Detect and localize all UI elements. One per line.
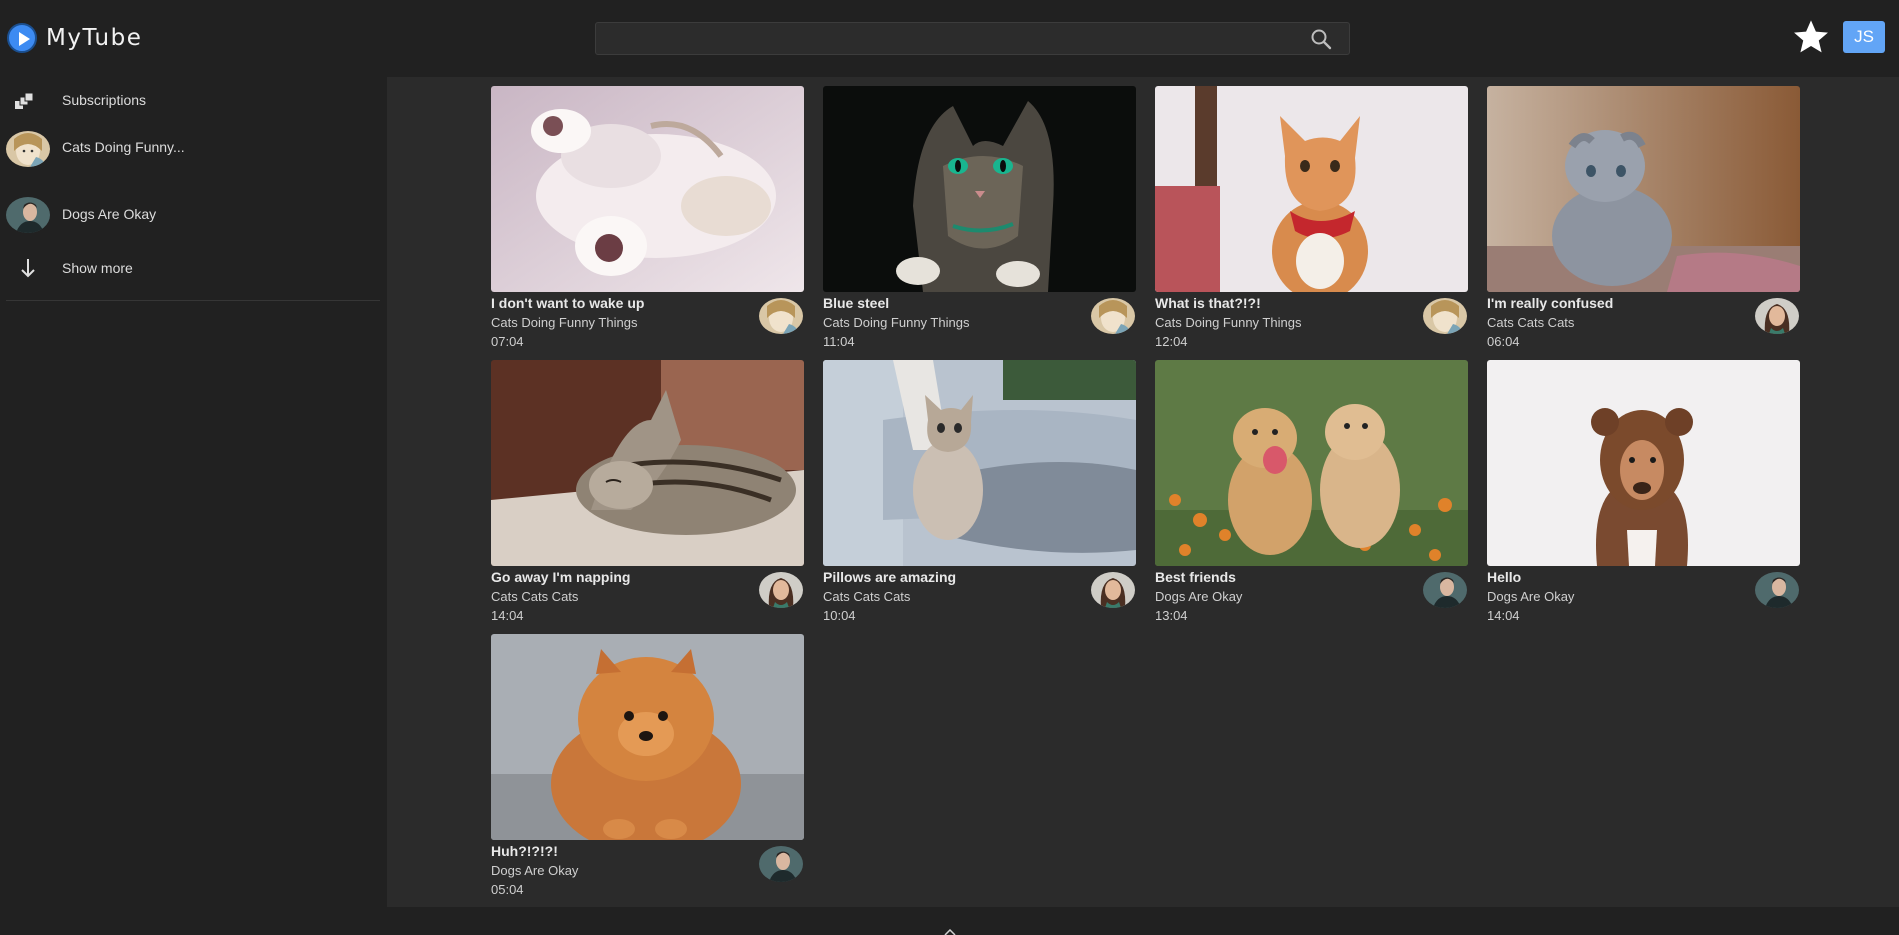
video-title[interactable]: I'm really confused (1487, 295, 1613, 311)
channel-avatar[interactable] (1091, 298, 1135, 334)
video-thumbnail[interactable] (1155, 360, 1468, 566)
star-icon[interactable] (1792, 18, 1830, 56)
video-thumbnail[interactable] (1155, 86, 1468, 292)
video-card[interactable]: Hello Dogs Are Okay 14:04 (1487, 360, 1800, 628)
search-input[interactable] (596, 23, 1296, 54)
video-card[interactable]: Go away I'm napping Cats Cats Cats 14:04 (491, 360, 804, 628)
top-bar: MyTube JS (0, 0, 1899, 77)
video-channel[interactable]: Dogs Are Okay (1487, 589, 1574, 604)
search-icon[interactable] (1310, 28, 1332, 50)
video-card[interactable]: What is that?!?! Cats Doing Funny Things… (1155, 86, 1468, 354)
app-name: MyTube (46, 25, 143, 51)
video-channel[interactable]: Cats Cats Cats (823, 589, 910, 604)
video-thumbnail[interactable] (823, 360, 1136, 566)
subscriptions-icon (15, 93, 34, 109)
channel-avatar[interactable] (1423, 298, 1467, 334)
video-card[interactable]: I'm really confused Cats Cats Cats 06:04 (1487, 86, 1800, 354)
video-title[interactable]: Blue steel (823, 295, 889, 311)
video-thumbnail[interactable] (491, 634, 804, 840)
sidebar-item-label: Show more (62, 260, 133, 276)
video-title[interactable]: Best friends (1155, 569, 1236, 585)
video-channel[interactable]: Cats Cats Cats (1487, 315, 1574, 330)
video-card[interactable]: I don't want to wake up Cats Doing Funny… (491, 86, 804, 354)
video-time: 07:04 (491, 334, 524, 349)
video-time: 14:04 (1487, 608, 1520, 623)
play-logo-icon (7, 23, 37, 53)
video-time: 10:04 (823, 608, 856, 623)
video-title[interactable]: Hello (1487, 569, 1521, 585)
sidebar-item-label: Cats Doing Funny... (62, 139, 185, 155)
sidebar: Subscriptions Cats Doing Funny... Dogs A… (0, 77, 387, 934)
user-avatar-button[interactable]: JS (1843, 21, 1885, 53)
video-channel[interactable]: Cats Doing Funny Things (823, 315, 969, 330)
video-title[interactable]: Go away I'm napping (491, 569, 630, 585)
arrow-down-icon (21, 259, 35, 278)
video-card[interactable]: Huh?!?!?! Dogs Are Okay 05:04 (491, 634, 804, 902)
video-channel[interactable]: Dogs Are Okay (1155, 589, 1242, 604)
video-title[interactable]: Huh?!?!?! (491, 843, 558, 859)
search-bar (595, 22, 1350, 55)
video-card[interactable]: Pillows are amazing Cats Cats Cats 10:04 (823, 360, 1136, 628)
sidebar-item-label: Subscriptions (62, 92, 147, 108)
channel-avatar[interactable] (1091, 572, 1135, 608)
sidebar-item-label: Dogs Are Okay (62, 206, 157, 222)
channel-avatar[interactable] (759, 846, 803, 882)
video-time: 12:04 (1155, 334, 1188, 349)
video-title[interactable]: Pillows are amazing (823, 569, 956, 585)
video-card[interactable]: Blue steel Cats Doing Funny Things 11:04 (823, 86, 1136, 354)
video-time: 13:04 (1155, 608, 1188, 623)
channel-avatar[interactable] (1755, 572, 1799, 608)
video-thumbnail[interactable] (491, 360, 804, 566)
video-thumbnail[interactable] (1487, 86, 1800, 292)
video-channel[interactable]: Dogs Are Okay (491, 863, 578, 878)
video-title[interactable]: I don't want to wake up (491, 295, 644, 311)
video-time: 05:04 (491, 882, 524, 897)
sidebar-item-show-more[interactable]: Show more (0, 249, 385, 289)
sidebar-item-cats-doing-funny-things[interactable]: Cats Doing Funny... (0, 128, 385, 170)
channel-avatar[interactable] (1423, 572, 1467, 608)
video-thumbnail[interactable] (491, 86, 804, 292)
video-time: 06:04 (1487, 334, 1520, 349)
video-grid: I don't want to wake up Cats Doing Funny… (387, 77, 1899, 907)
channel-avatar[interactable] (759, 572, 803, 608)
caret-up-icon[interactable] (944, 929, 956, 935)
video-time: 11:04 (823, 334, 855, 349)
channel-avatar-cats (6, 131, 50, 167)
video-title[interactable]: What is that?!?! (1155, 295, 1261, 311)
video-time: 14:04 (491, 608, 524, 623)
video-channel[interactable]: Cats Cats Cats (491, 589, 578, 604)
video-thumbnail[interactable] (1487, 360, 1800, 566)
channel-avatar-dogs (6, 197, 50, 233)
video-thumbnail[interactable] (823, 86, 1136, 292)
sidebar-item-subscriptions[interactable]: Subscriptions (0, 81, 385, 121)
channel-avatar[interactable] (759, 298, 803, 334)
video-channel[interactable]: Cats Doing Funny Things (491, 315, 637, 330)
channel-avatar[interactable] (1755, 298, 1799, 334)
video-channel[interactable]: Cats Doing Funny Things (1155, 315, 1301, 330)
sidebar-item-dogs-are-okay[interactable]: Dogs Are Okay (0, 195, 385, 235)
logo[interactable]: MyTube (7, 22, 142, 54)
video-card[interactable]: Best friends Dogs Are Okay 13:04 (1155, 360, 1468, 628)
sidebar-divider (6, 300, 380, 301)
